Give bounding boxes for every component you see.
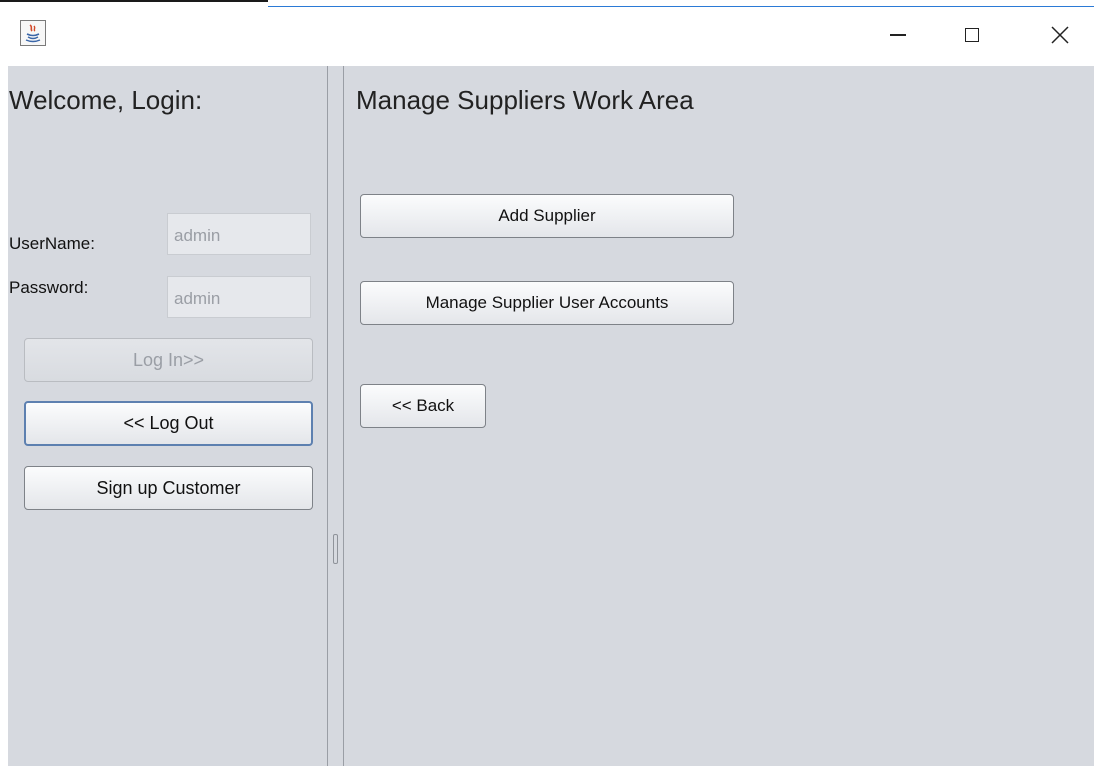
logout-button[interactable]: << Log Out [24, 401, 313, 446]
top-edge-dark-line [0, 0, 268, 2]
back-button[interactable]: << Back [360, 384, 486, 428]
java-app-icon[interactable] [20, 20, 46, 46]
manage-supplier-accounts-button[interactable]: Manage Supplier User Accounts [360, 281, 734, 325]
signup-customer-button[interactable]: Sign up Customer [24, 466, 313, 510]
login-panel: Welcome, Login: UserName: admin Password… [8, 66, 327, 766]
application-window: Welcome, Login: UserName: admin Password… [0, 0, 1094, 766]
maximize-icon [965, 28, 979, 42]
password-field[interactable]: admin [167, 276, 311, 318]
divider-grip-handle[interactable] [333, 534, 338, 564]
close-icon [1051, 26, 1069, 44]
username-field[interactable]: admin [167, 213, 311, 255]
username-label: UserName: [9, 234, 95, 253]
split-pane-divider[interactable] [327, 66, 344, 766]
login-button[interactable]: Log In>> [24, 338, 313, 382]
split-pane: Welcome, Login: UserName: admin Password… [8, 66, 1094, 766]
top-edge [0, 0, 1094, 8]
login-heading: Welcome, Login: [9, 85, 203, 115]
minimize-icon [890, 34, 906, 36]
window-border-accent [268, 6, 1094, 7]
add-supplier-button[interactable]: Add Supplier [360, 194, 734, 238]
maximize-button[interactable] [942, 8, 1002, 62]
password-label: Password: [9, 278, 89, 297]
title-bar[interactable] [0, 8, 1094, 64]
minimize-button[interactable] [868, 8, 928, 62]
close-button[interactable] [1030, 8, 1090, 62]
work-area-panel: Manage Suppliers Work Area Add Supplier … [344, 66, 1094, 766]
work-area-heading: Manage Suppliers Work Area [356, 85, 694, 115]
